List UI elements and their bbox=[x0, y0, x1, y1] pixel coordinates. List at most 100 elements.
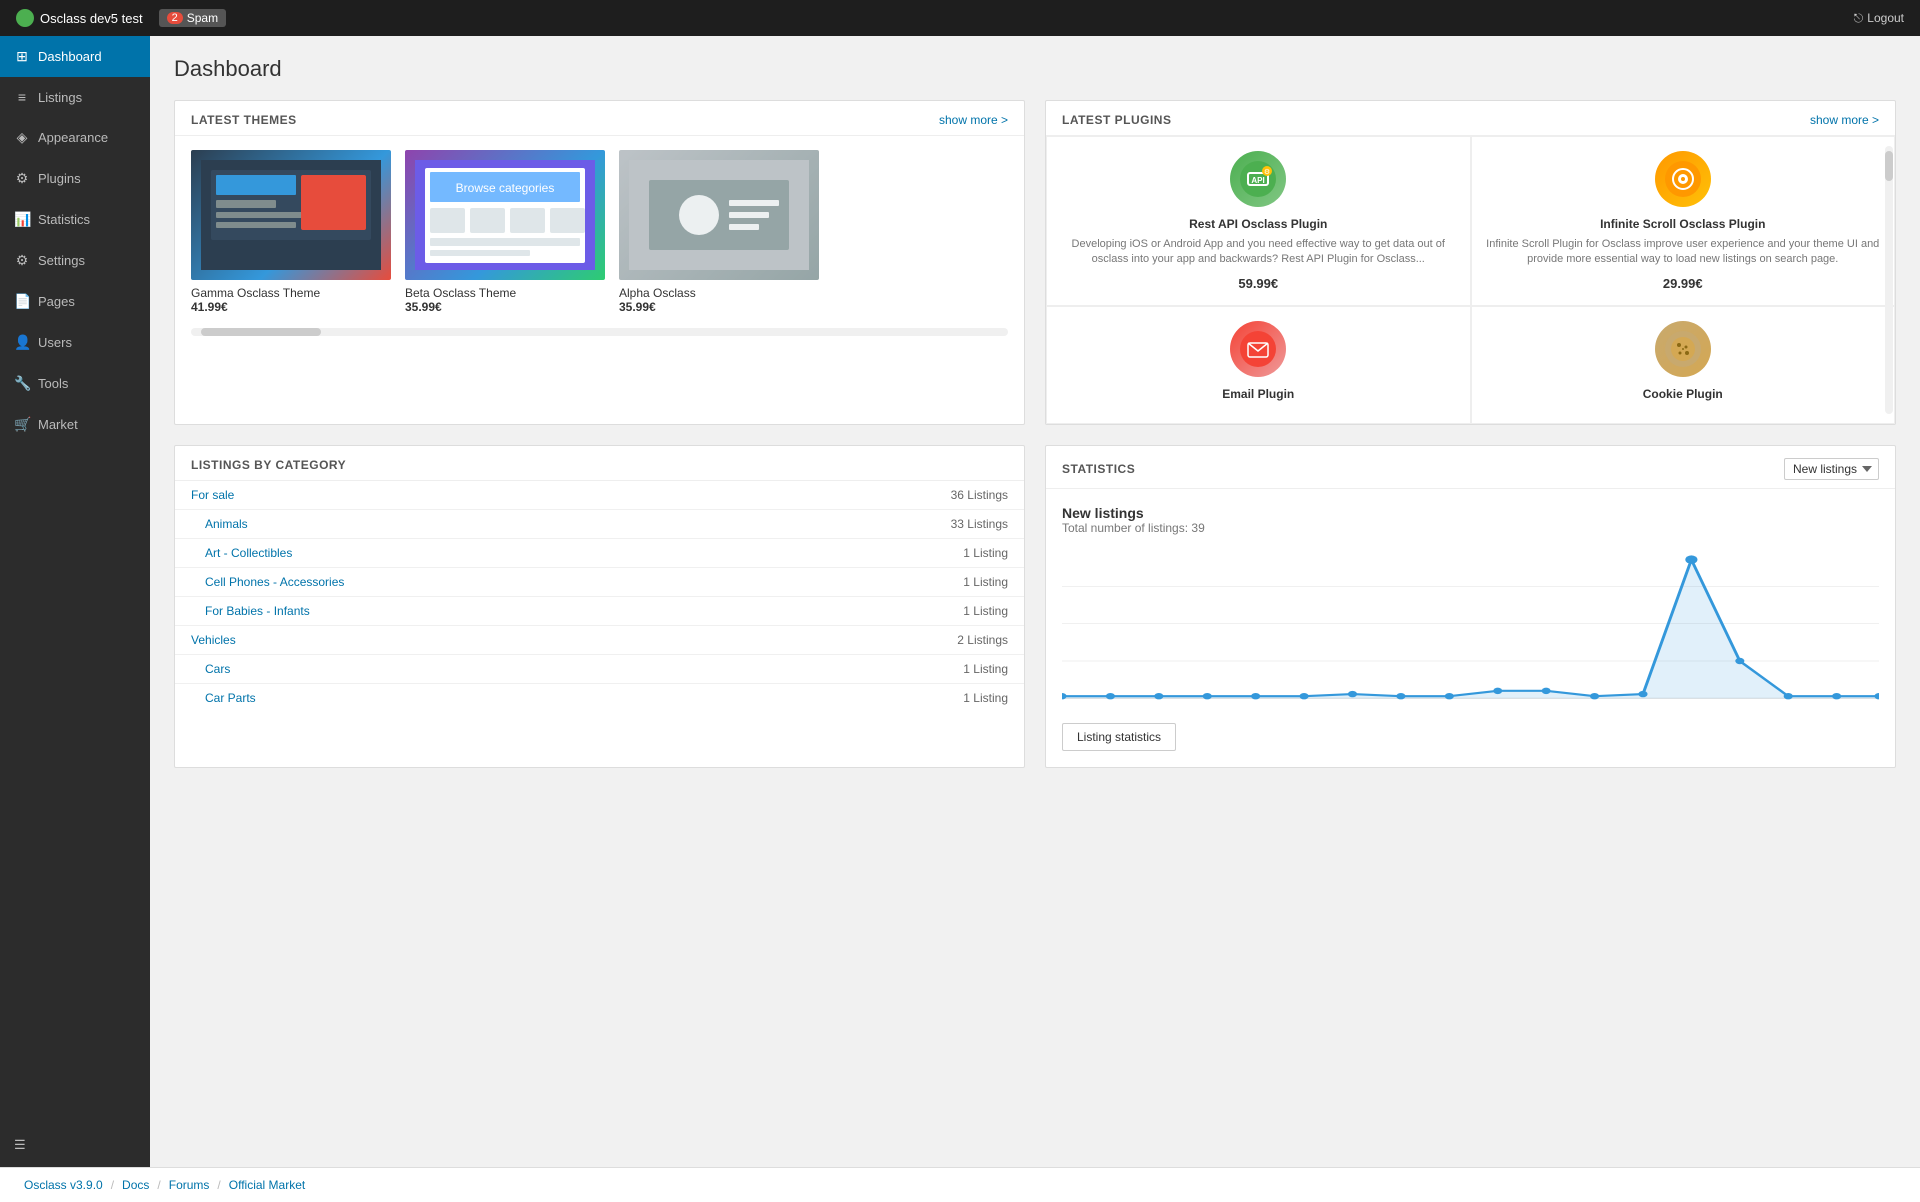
listings-table: For sale36 ListingsAnimals33 ListingsArt… bbox=[175, 481, 1024, 712]
spam-button[interactable]: 2 Spam bbox=[159, 9, 226, 27]
plugin-price: 59.99€ bbox=[1061, 276, 1456, 291]
category-link[interactable]: Vehicles bbox=[175, 625, 748, 654]
brand-name: Osclass dev5 test bbox=[40, 11, 143, 26]
category-link[interactable]: Car Parts bbox=[175, 683, 748, 712]
category-count: 1 Listing bbox=[748, 654, 1024, 683]
category-count: 1 Listing bbox=[748, 538, 1024, 567]
footer-forums[interactable]: Forums bbox=[169, 1178, 210, 1192]
plugin-name: Rest API Osclass Plugin bbox=[1061, 217, 1456, 231]
theme-price: 35.99€ bbox=[619, 300, 819, 314]
listings-card: LISTINGS BY CATEGORY For sale36 Listings… bbox=[174, 445, 1025, 768]
theme-image: Browse categories bbox=[405, 150, 605, 280]
theme-price: 35.99€ bbox=[405, 300, 605, 314]
plugin-name: Cookie Plugin bbox=[1486, 387, 1881, 401]
topbar: Osclass dev5 test 2 Spam ⎋ Logout bbox=[0, 0, 1920, 36]
themes-show-more[interactable]: show more > bbox=[939, 113, 1008, 127]
plugin-icon: API ⚙ bbox=[1230, 151, 1286, 207]
topbar-brand: Osclass dev5 test bbox=[16, 9, 143, 27]
footer-docs[interactable]: Docs bbox=[122, 1178, 149, 1192]
footer-official-market[interactable]: Official Market bbox=[229, 1178, 305, 1192]
category-link[interactable]: Art - Collectibles bbox=[175, 538, 748, 567]
plugins-icon: ⚙ bbox=[14, 170, 30, 187]
stats-body: New listings Total number of listings: 3… bbox=[1046, 489, 1895, 767]
category-link[interactable]: Cars bbox=[175, 654, 748, 683]
themes-scrollbar[interactable] bbox=[191, 328, 1008, 336]
list-item: Infinite Scroll Osclass Plugin Infinite … bbox=[1471, 136, 1896, 306]
footer-sep2: / bbox=[157, 1178, 160, 1192]
sidebar-toggle[interactable]: ☰ bbox=[0, 1123, 150, 1167]
themes-card-header: LATEST THEMES show more > bbox=[175, 101, 1024, 136]
stats-header: STATISTICS New listings Page views Users bbox=[1046, 446, 1895, 489]
plugins-scrollbar-thumb[interactable] bbox=[1885, 151, 1893, 181]
category-link[interactable]: Cell Phones - Accessories bbox=[175, 567, 748, 596]
logout-icon: ⎋ bbox=[1854, 11, 1864, 26]
sidebar-item-label: Dashboard bbox=[38, 49, 102, 64]
list-item: API ⚙ Rest API Osclass Plugin Developing… bbox=[1046, 136, 1471, 306]
svg-text:Browse categories: Browse categories bbox=[456, 181, 555, 195]
theme-name: Beta Osclass Theme bbox=[405, 286, 605, 300]
sidebar-item-label: Listings bbox=[38, 90, 82, 105]
footer-version[interactable]: Osclass v3.9.0 bbox=[24, 1178, 103, 1192]
stats-dropdown[interactable]: New listings Page views Users bbox=[1784, 458, 1879, 480]
spam-badge: 2 bbox=[167, 12, 183, 24]
sidebar-item-appearance[interactable]: ◈ Appearance bbox=[0, 117, 150, 158]
themes-area: Gamma Osclass Theme 41.99€ Browse catego… bbox=[175, 136, 1024, 328]
tools-icon: 🔧 bbox=[14, 375, 30, 392]
pages-icon: 📄 bbox=[14, 293, 30, 310]
footer-sep1: / bbox=[111, 1178, 114, 1192]
category-link[interactable]: Animals bbox=[175, 509, 748, 538]
plugins-wrapper: API ⚙ Rest API Osclass Plugin Developing… bbox=[1046, 136, 1895, 424]
list-item: Cookie Plugin bbox=[1471, 306, 1896, 424]
users-icon: 👤 bbox=[14, 334, 30, 351]
category-link[interactable]: For Babies - Infants bbox=[175, 596, 748, 625]
table-row: For sale36 Listings bbox=[175, 481, 1024, 510]
footer: Osclass v3.9.0 / Docs / Forums / Officia… bbox=[0, 1167, 1920, 1202]
sidebar-item-label: Pages bbox=[38, 294, 75, 309]
appearance-icon: ◈ bbox=[14, 129, 30, 146]
themes-card: LATEST THEMES show more > bbox=[174, 100, 1025, 425]
table-row: Cars1 Listing bbox=[175, 654, 1024, 683]
theme-image bbox=[619, 150, 819, 280]
topbar-left: Osclass dev5 test 2 Spam bbox=[16, 9, 226, 27]
sidebar-item-label: Statistics bbox=[38, 212, 90, 227]
category-count: 2 Listings bbox=[748, 625, 1024, 654]
sidebar-item-label: Settings bbox=[38, 253, 85, 268]
listing-statistics-button[interactable]: Listing statistics bbox=[1062, 723, 1176, 751]
dashboard-icon: ⊞ bbox=[14, 48, 30, 65]
theme-image bbox=[191, 150, 391, 280]
sidebar-item-market[interactable]: 🛒 Market bbox=[0, 404, 150, 445]
sidebar-item-statistics[interactable]: 📊 Statistics bbox=[0, 199, 150, 240]
logout-button[interactable]: ⎋ Logout bbox=[1854, 11, 1904, 26]
plugins-show-more[interactable]: show more > bbox=[1810, 113, 1879, 127]
list-item: Gamma Osclass Theme 41.99€ bbox=[191, 150, 391, 314]
plugins-card: LATEST PLUGINS show more > API bbox=[1045, 100, 1896, 425]
dashboard-grid: LATEST THEMES show more > bbox=[174, 100, 1896, 768]
category-link[interactable]: For sale bbox=[175, 481, 748, 510]
plugin-icon bbox=[1655, 321, 1711, 377]
sidebar-item-settings[interactable]: ⚙ Settings bbox=[0, 240, 150, 281]
sidebar-item-tools[interactable]: 🔧 Tools bbox=[0, 363, 150, 404]
brand-icon bbox=[16, 9, 34, 27]
sidebar-item-users[interactable]: 👤 Users bbox=[0, 322, 150, 363]
footer-sep3: / bbox=[217, 1178, 220, 1192]
plugin-icon bbox=[1230, 321, 1286, 377]
plugin-desc: Developing iOS or Android App and you ne… bbox=[1061, 237, 1456, 268]
sidebar-item-listings[interactable]: ≡ Listings bbox=[0, 77, 150, 117]
statistics-card: STATISTICS New listings Page views Users… bbox=[1045, 445, 1896, 768]
table-row: Vehicles2 Listings bbox=[175, 625, 1024, 654]
plugin-icon bbox=[1655, 151, 1711, 207]
plugin-price: 29.99€ bbox=[1486, 276, 1881, 291]
category-count: 36 Listings bbox=[748, 481, 1024, 510]
category-count: 33 Listings bbox=[748, 509, 1024, 538]
sidebar-item-pages[interactable]: 📄 Pages bbox=[0, 281, 150, 322]
plugins-card-header: LATEST PLUGINS show more > bbox=[1046, 101, 1895, 136]
plugins-scrollbar[interactable] bbox=[1885, 146, 1893, 414]
themes-scrollbar-thumb[interactable] bbox=[201, 328, 321, 336]
sidebar: ⊞ Dashboard ≡ Listings ◈ Appearance ⚙ Pl… bbox=[0, 36, 150, 1167]
sidebar-item-plugins[interactable]: ⚙ Plugins bbox=[0, 158, 150, 199]
listings-title: LISTINGS BY CATEGORY bbox=[191, 458, 346, 472]
list-item: Alpha Osclass 35.99€ bbox=[619, 150, 819, 314]
page-title: Dashboard bbox=[174, 56, 1896, 82]
statistics-icon: 📊 bbox=[14, 211, 30, 228]
sidebar-item-dashboard[interactable]: ⊞ Dashboard bbox=[0, 36, 150, 77]
